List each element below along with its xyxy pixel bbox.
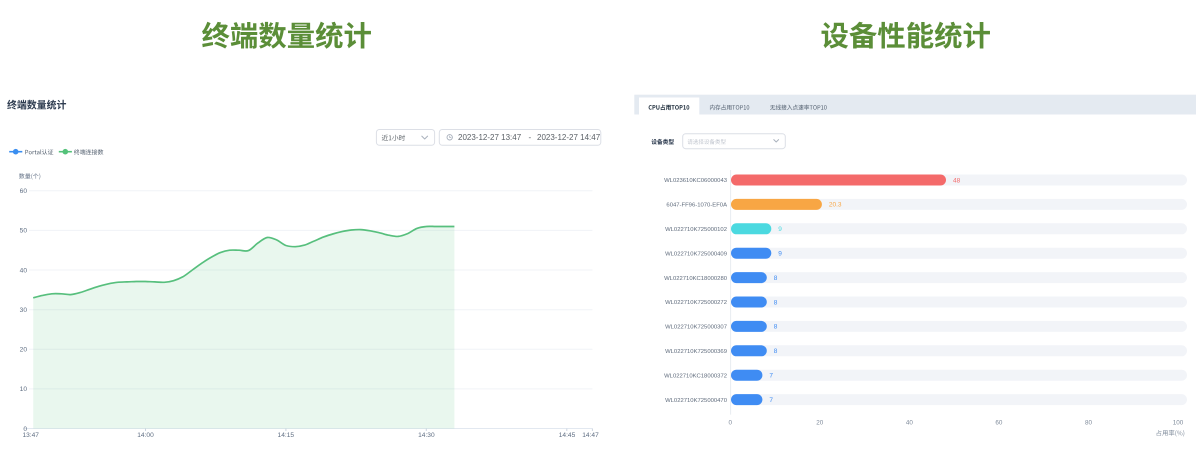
svg-text:100: 100: [1173, 419, 1184, 426]
svg-text:14:00: 14:00: [137, 432, 154, 439]
svg-text:14:47: 14:47: [582, 432, 599, 439]
svg-text:8: 8: [774, 299, 778, 306]
svg-text:48: 48: [953, 177, 961, 184]
svg-text:WL022710KC18000372: WL022710KC18000372: [664, 373, 727, 379]
svg-text:10: 10: [20, 386, 28, 393]
svg-text:8: 8: [774, 348, 778, 355]
svg-text:13:47: 13:47: [22, 432, 39, 439]
svg-text:20: 20: [20, 347, 28, 354]
svg-text:0: 0: [729, 419, 733, 426]
svg-text:20.3: 20.3: [829, 202, 842, 209]
svg-text:-: -: [529, 133, 532, 142]
svg-text:60: 60: [20, 188, 28, 195]
svg-text:8: 8: [774, 275, 778, 282]
svg-text:2023-12-27 13:47: 2023-12-27 13:47: [458, 133, 522, 142]
svg-text:80: 80: [1085, 419, 1093, 426]
svg-text:WL022710K725000470: WL022710K725000470: [665, 398, 728, 404]
svg-text:8: 8: [774, 324, 778, 331]
svg-text:2023-12-27 14:47: 2023-12-27 14:47: [537, 133, 601, 142]
svg-text:9: 9: [778, 226, 782, 233]
svg-text:30: 30: [20, 307, 28, 314]
svg-text:40: 40: [906, 419, 914, 426]
svg-text:50: 50: [20, 228, 28, 235]
svg-text:WL022710KC18000280: WL022710KC18000280: [664, 276, 728, 282]
svg-text:20: 20: [816, 419, 824, 426]
svg-text:WL022710K725000102: WL022710K725000102: [665, 227, 727, 233]
svg-text:40: 40: [20, 267, 28, 274]
svg-text:WL023610KC06000043: WL023610KC06000043: [664, 178, 728, 184]
svg-text:WL022710K725000409: WL022710K725000409: [665, 251, 727, 257]
svg-text:7: 7: [769, 373, 773, 380]
svg-text:14:15: 14:15: [278, 432, 295, 439]
svg-text:14:45: 14:45: [559, 432, 576, 439]
svg-text:9: 9: [778, 251, 782, 258]
svg-text:7: 7: [769, 397, 773, 404]
svg-text:6047-FF96-1070-EF0A: 6047-FF96-1070-EF0A: [666, 203, 727, 209]
svg-text:60: 60: [995, 419, 1003, 426]
svg-text:WL022710K725000369: WL022710K725000369: [665, 349, 727, 355]
svg-text:14:30: 14:30: [418, 432, 435, 439]
svg-text:WL022710K725000307: WL022710K725000307: [665, 325, 727, 331]
svg-text:WL022710K725000272: WL022710K725000272: [665, 300, 727, 306]
